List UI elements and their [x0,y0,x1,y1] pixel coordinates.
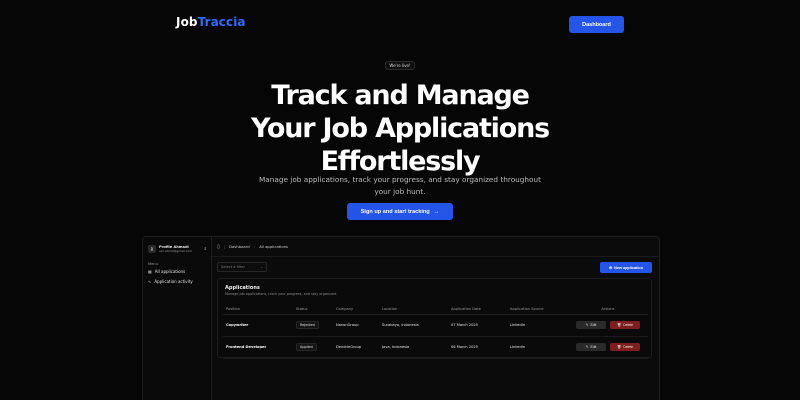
table-row: Copywriter Rejected NanonGroup Surabaya,… [223,314,648,337]
cell-position: Copywriter [223,314,293,337]
avatar: R [148,245,156,253]
column-header: Application Source [507,304,565,315]
delete-button[interactable]: 🗑 Delete [610,321,640,329]
menu-heading: Menu [148,262,158,266]
applications-card: Applications Manage job applications, tr… [217,278,652,359]
new-application-button[interactable]: ⊕ New application [600,262,652,273]
breadcrumb: ▯ | Dashboard › All applications [212,237,659,257]
cell-status: Rejected [293,314,333,337]
new-application-label: New application [614,265,644,270]
arrow-right-icon: → [433,208,440,215]
card-title: Applications [225,285,260,291]
logo[interactable]: JobTraccia [176,15,246,29]
sidebar-item-application-activity[interactable]: ∿ Application activity [148,279,193,284]
trash-icon: 🗑 [616,323,622,327]
column-header: Location [379,304,448,315]
cell-location: Surabaya, Indonesia [379,314,448,337]
cell-status: Applied [293,336,333,359]
table-row: Frontend Developer Applied DendrieGroup … [223,336,648,359]
chevron-right-icon: › [253,244,256,249]
delete-button[interactable]: 🗑 Delete [610,343,640,351]
sidebar-item-all-applications[interactable]: ▦ All applications [148,269,185,274]
divider: | [223,244,226,249]
cell-location: Java, Indonesia [379,336,448,359]
column-header: Company [333,304,379,315]
trash-icon: 🗑 [616,345,622,349]
dashboard-button[interactable]: Dashboard [569,16,624,33]
column-header: Status [293,304,333,315]
grid-icon: ▦ [148,269,152,274]
hero-title-line: Your Job Applications [251,113,550,144]
filter-placeholder: Select a filter [221,265,245,269]
user-info: Profile Ahmadi ren.ahmd@gmail.com [159,245,192,254]
cell-company: NanonGroup [333,314,379,337]
activity-icon: ∿ [148,279,152,284]
table-header-row: Position Status Company Location Applica… [223,304,648,315]
column-header: Position [223,304,293,315]
top-navbar: JobTraccia Dashboard [0,0,800,48]
sidebar-item-label: All applications [154,269,186,274]
delete-label: Delete [623,345,634,349]
pencil-icon: ✎ [585,323,589,327]
column-header: Actions [565,304,648,315]
sidebar-item-label: Application activity [154,279,193,284]
edit-label: Edit [590,345,597,349]
cell-position: Frontend Developer [223,336,293,359]
user-switcher[interactable]: R Profile Ahmadi ren.ahmd@gmail.com ⇕ [146,242,210,256]
logo-text-primary: Job [176,15,198,29]
pencil-icon: ✎ [585,345,589,349]
status-badge: Applied [296,343,317,351]
chevron-updown-icon: ⇕ [203,246,207,251]
cell-source: LinkedIn [507,336,565,359]
breadcrumb-item-dashboard[interactable]: Dashboard [229,244,250,249]
hero-title-line: Track and Manage [271,80,530,111]
hero-subtitle-line: your job hunt. [374,186,426,196]
sidebar: R Profile Ahmadi ren.ahmd@gmail.com ⇕ Me… [143,237,212,400]
logo-text-accent: Traccia [197,15,246,29]
sidebar-toggle-icon[interactable]: ▯ [217,244,220,250]
cell-actions: ✎ Edit 🗑 Delete [565,314,648,337]
edit-label: Edit [590,323,597,327]
user-email: ren.ahmd@gmail.com [159,249,193,253]
signup-cta-label: Sign up and start tracking [360,208,430,215]
chevron-down-icon: ⌄ [260,265,263,269]
edit-button[interactable]: ✎ Edit [576,343,606,351]
cell-date: 06 March 2025 [448,336,507,359]
status-badge: Rejected [296,321,319,329]
edit-button[interactable]: ✎ Edit [576,321,606,329]
cell-date: 07 March 2025 [448,314,507,337]
signup-cta-button[interactable]: Sign up and start tracking → [347,203,453,220]
breadcrumb-item-current: All applications [259,244,289,249]
column-header: Application Date [448,304,507,315]
cell-actions: ✎ Edit 🗑 Delete [565,336,648,359]
plus-circle-icon: ⊕ [608,266,613,270]
card-description: Manage job applications, track your prog… [225,292,338,296]
delete-label: Delete [623,323,634,327]
cell-source: LinkedIn [507,314,565,337]
live-badge: We're live! [385,61,415,70]
applications-table: Position Status Company Location Applica… [223,304,648,359]
filter-select[interactable]: Select a filter ⌄ [217,262,267,272]
cell-company: DendrieGroup [333,336,379,359]
hero-title: Track and Manage Your Job Applications E… [200,79,600,178]
hero-subtitle: Manage job applications, track your prog… [250,174,550,197]
hero-subtitle-line: Manage job applications, track your prog… [259,175,541,184]
